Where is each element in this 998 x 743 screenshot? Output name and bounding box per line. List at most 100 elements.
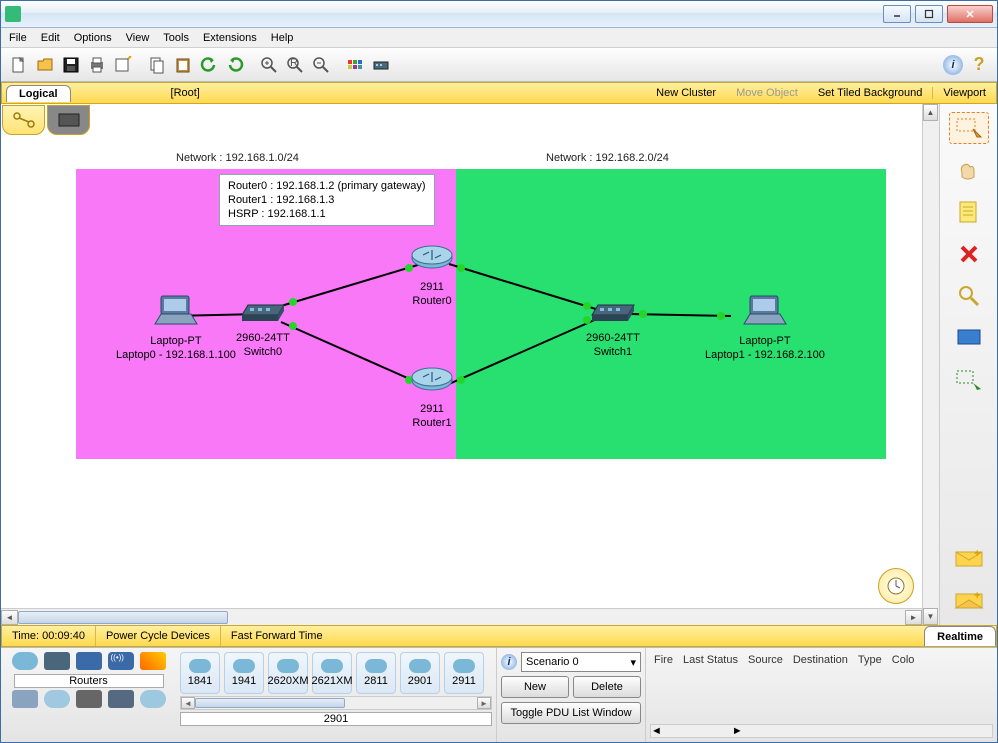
scenario-delete-button[interactable]: Delete — [573, 676, 641, 698]
cat-hubs-icon[interactable] — [76, 652, 102, 670]
logical-view-icon[interactable] — [2, 105, 45, 135]
custom-device-icon[interactable] — [369, 53, 393, 77]
device-switch1[interactable]: 2960-24TT Switch1 — [586, 299, 640, 358]
models-scroll-right[interactable]: ► — [477, 697, 491, 709]
hscroll-thumb[interactable] — [18, 611, 228, 624]
zoom-out-icon[interactable] — [309, 53, 333, 77]
topology-canvas[interactable]: Network : 192.168.1.0/24 Network : 192.1… — [1, 104, 922, 608]
menu-extensions[interactable]: Extensions — [203, 32, 257, 44]
note-tool-icon[interactable] — [949, 196, 989, 228]
realtime-clock-icon[interactable] — [878, 568, 914, 604]
canvas-vscrollbar[interactable]: ▲ ▼ — [922, 104, 939, 625]
save-icon[interactable] — [59, 53, 83, 77]
switch1-name-label: Switch1 — [586, 346, 640, 358]
model-1841[interactable]: 1841 — [180, 652, 220, 694]
complex-pdu-tool-icon[interactable]: + — [949, 585, 989, 617]
hscroll-right-arrow[interactable]: ► — [905, 610, 922, 625]
realtime-tab[interactable]: Realtime — [924, 626, 996, 646]
pdu-col-color: Colo — [892, 654, 915, 666]
laptop1-name-label: Laptop1 - 192.168.2.100 — [705, 349, 825, 361]
delete-tool-icon[interactable] — [949, 238, 989, 270]
hscroll-left-arrow[interactable]: ◄ — [1, 610, 18, 625]
new-cluster-button[interactable]: New Cluster — [646, 87, 726, 99]
power-cycle-button[interactable]: Power Cycle Devices — [96, 626, 221, 646]
copy-icon[interactable] — [145, 53, 169, 77]
device-laptop1[interactable]: Laptop-PT Laptop1 - 192.168.2.100 — [705, 294, 825, 361]
close-button[interactable] — [947, 5, 993, 23]
vscroll-down-arrow[interactable]: ▼ — [923, 608, 938, 625]
cat-custom-icon[interactable] — [76, 690, 102, 708]
menu-tools[interactable]: Tools — [163, 32, 189, 44]
cat-wireless-icon[interactable]: ((•)) — [108, 652, 134, 670]
cat-multiuser-icon[interactable] — [108, 690, 134, 708]
app-icon — [5, 6, 21, 22]
menu-file[interactable]: File — [9, 32, 27, 44]
scenario-select[interactable]: Scenario 0▾ — [521, 652, 641, 672]
logical-tab[interactable]: Logical — [6, 85, 71, 102]
cat-wan-icon[interactable] — [44, 690, 70, 708]
wizard-icon[interactable] — [111, 53, 135, 77]
redo-icon[interactable] — [223, 53, 247, 77]
cat-switches-icon[interactable] — [44, 652, 70, 670]
pdu-col-fire: Fire — [654, 654, 673, 666]
zoom-in-icon[interactable] — [257, 53, 281, 77]
device-laptop0[interactable]: Laptop-PT Laptop0 - 192.168.1.100 — [116, 294, 236, 361]
minimize-button[interactable] — [883, 5, 911, 23]
models-hscrollbar[interactable]: ◄ ► — [180, 696, 492, 710]
device-router1[interactable]: 2911 Router1 — [409, 366, 455, 429]
info-icon[interactable]: i — [941, 53, 965, 77]
cat-misc-icon[interactable] — [140, 690, 166, 708]
menu-view[interactable]: View — [126, 32, 150, 44]
model-2811[interactable]: 2811 — [356, 652, 396, 694]
resize-tool-icon[interactable] — [949, 364, 989, 396]
pdu-hscrollbar[interactable]: ◄ ► — [650, 724, 993, 738]
switch0-name-label: Switch0 — [236, 346, 290, 358]
model-1941[interactable]: 1941 — [224, 652, 264, 694]
models-scroll-left[interactable]: ◄ — [181, 697, 195, 709]
canvas-hscrollbar[interactable]: ◄ ► — [1, 608, 922, 625]
fast-forward-button[interactable]: Fast Forward Time — [221, 626, 333, 646]
cat-routers-icon[interactable] — [12, 652, 38, 670]
physical-view-icon[interactable] — [47, 105, 90, 135]
device-router0[interactable]: 2911 Router0 — [409, 244, 455, 307]
menu-options[interactable]: Options — [74, 32, 112, 44]
new-file-icon[interactable] — [7, 53, 31, 77]
move-tool-icon[interactable] — [949, 154, 989, 186]
zoom-reset-icon[interactable]: R — [283, 53, 307, 77]
model-2620xm[interactable]: 2620XM — [268, 652, 308, 694]
paste-icon[interactable] — [171, 53, 195, 77]
menubar: File Edit Options View Tools Extensions … — [1, 28, 997, 48]
inspect-tool-icon[interactable] — [949, 280, 989, 312]
maximize-button[interactable] — [915, 5, 943, 23]
simple-pdu-tool-icon[interactable]: + — [949, 543, 989, 575]
breadcrumb-root[interactable]: [Root] — [71, 87, 647, 99]
menu-edit[interactable]: Edit — [41, 32, 60, 44]
scenario-select-value: Scenario 0 — [526, 656, 579, 668]
draw-rect-tool-icon[interactable] — [949, 322, 989, 354]
scenario-new-button[interactable]: New — [501, 676, 569, 698]
palette-icon[interactable] — [343, 53, 367, 77]
pdu-col-source: Source — [748, 654, 783, 666]
toggle-pdu-list-button[interactable]: Toggle PDU List Window — [501, 702, 641, 724]
cat-enddevices-icon[interactable] — [12, 690, 38, 708]
undo-icon[interactable] — [197, 53, 221, 77]
pdu-scroll-right[interactable]: ► — [732, 725, 743, 737]
model-2901[interactable]: 2901 — [400, 652, 440, 694]
device-switch0[interactable]: 2960-24TT Switch0 — [236, 299, 290, 358]
viewport-button[interactable]: Viewport — [932, 87, 996, 99]
model-2911[interactable]: 2911 — [444, 652, 484, 694]
open-file-icon[interactable] — [33, 53, 57, 77]
pdu-list-panel: Fire Last Status Source Destination Type… — [646, 648, 997, 742]
models-scroll-thumb[interactable] — [195, 698, 345, 708]
router1-type-label: 2911 — [409, 403, 455, 415]
set-tiled-bg-button[interactable]: Set Tiled Background — [808, 87, 933, 99]
print-icon[interactable] — [85, 53, 109, 77]
menu-help[interactable]: Help — [271, 32, 294, 44]
cat-connections-icon[interactable] — [140, 652, 166, 670]
scenario-info-icon[interactable]: i — [501, 654, 517, 670]
vscroll-up-arrow[interactable]: ▲ — [923, 104, 938, 121]
model-2621xm[interactable]: 2621XM — [312, 652, 352, 694]
help-icon[interactable]: ? — [967, 53, 991, 77]
select-tool-icon[interactable] — [949, 112, 989, 144]
pdu-scroll-left[interactable]: ◄ — [651, 725, 662, 737]
